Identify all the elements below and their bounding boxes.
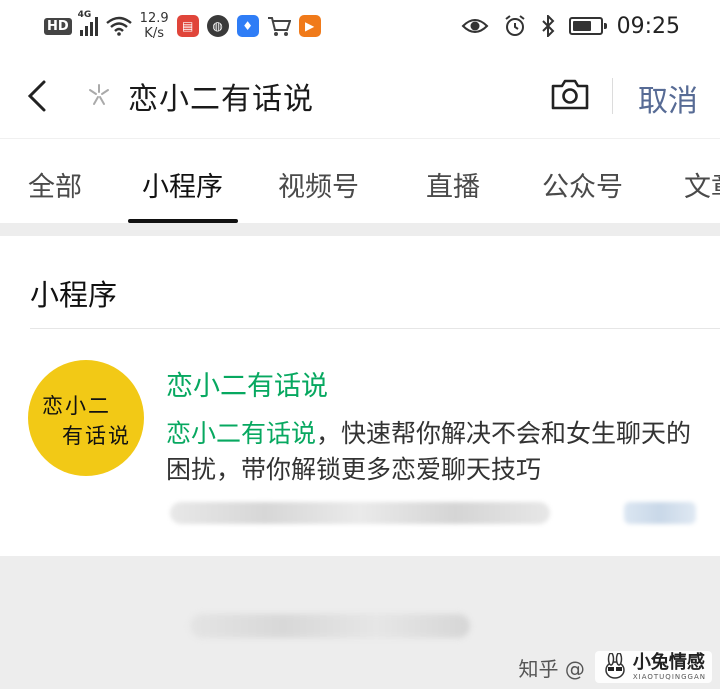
search-icon	[89, 84, 109, 105]
zhihu-watermark: 知乎 @	[518, 656, 585, 681]
brand-name: 小兔情感	[632, 651, 705, 673]
clock: 09:25	[616, 13, 680, 39]
results-section: 小程序 恋小二 有话说 恋小二有话说 恋小二有话说，快速帮你解决不会和女生聊天的…	[0, 236, 720, 556]
brand-badge: 小兔情感 XIAOTUQINGGAN	[594, 651, 712, 683]
tab-active-indicator	[128, 219, 238, 223]
wifi-icon	[105, 16, 132, 36]
result-title[interactable]: 恋小二有话说	[166, 364, 328, 403]
camera-icon[interactable]	[550, 76, 590, 112]
tab-articles[interactable]: 文章	[684, 165, 720, 204]
blurred-text	[170, 502, 550, 524]
blurred-tag	[624, 502, 696, 524]
ball-app-icon: ◍	[206, 15, 229, 37]
bluetooth-icon	[541, 15, 555, 37]
brand-subtitle: XIAOTUQINGGAN	[632, 672, 706, 681]
speed-value: 12.9	[139, 11, 169, 26]
search-tabs: 全部 小程序 视频号 直播 公众号 文章	[0, 138, 720, 223]
status-bar: HD 4G 12.9 K/s ▤ ◍ ♦ ▶ 09:25	[0, 0, 720, 52]
book-app-icon: ▤	[176, 15, 199, 37]
rabbit-logo-icon	[605, 653, 625, 679]
brand-text: 小兔情感 XIAOTUQINGGAN	[632, 651, 706, 681]
divider	[30, 328, 720, 329]
tab-mini-program[interactable]: 小程序	[142, 165, 223, 204]
mini-program-logo[interactable]: 恋小二 有话说	[28, 360, 144, 476]
hd-badge: HD	[44, 17, 72, 35]
blurred-text	[190, 614, 470, 638]
divider	[612, 78, 613, 114]
section-title: 小程序	[30, 278, 118, 312]
tab-channels[interactable]: 视频号	[278, 165, 359, 204]
tab-all[interactable]: 全部	[28, 165, 82, 204]
cart-app-icon	[267, 17, 291, 36]
tab-live[interactable]: 直播	[426, 165, 480, 204]
tab-official-accounts[interactable]: 公众号	[542, 165, 623, 204]
alarm-icon	[504, 15, 525, 36]
status-left: HD 4G 12.9 K/s ▤ ◍ ♦ ▶	[44, 8, 321, 44]
search-bar: 恋小二有话说 取消	[0, 52, 720, 138]
logo-text-line1: 恋小二	[42, 394, 111, 418]
signal-icon: 4G	[78, 10, 98, 36]
result-description: 恋小二有话说，快速帮你解决不会和女生聊天的困扰，带你解锁更多恋爱聊天技巧	[166, 416, 706, 488]
back-icon[interactable]	[22, 74, 62, 118]
play-app-icon: ▶	[298, 15, 321, 37]
network-speed: 12.9 K/s	[140, 11, 169, 41]
watermark: 知乎 @ 小兔情感 XIAOTUQINGGAN	[519, 651, 712, 683]
battery-icon	[568, 17, 607, 35]
network-type: 4G	[77, 10, 92, 20]
description-highlight: 恋小二有话说	[166, 419, 317, 448]
eye-icon	[461, 19, 489, 33]
battery-level	[572, 21, 591, 31]
cancel-button[interactable]: 取消	[638, 76, 698, 120]
bulb-app-icon: ♦	[236, 15, 259, 37]
status-right: 09:25	[461, 8, 680, 44]
logo-text-line2: 有话说	[62, 424, 131, 448]
search-input[interactable]: 恋小二有话说	[128, 74, 314, 118]
speed-unit: K/s	[144, 26, 164, 41]
